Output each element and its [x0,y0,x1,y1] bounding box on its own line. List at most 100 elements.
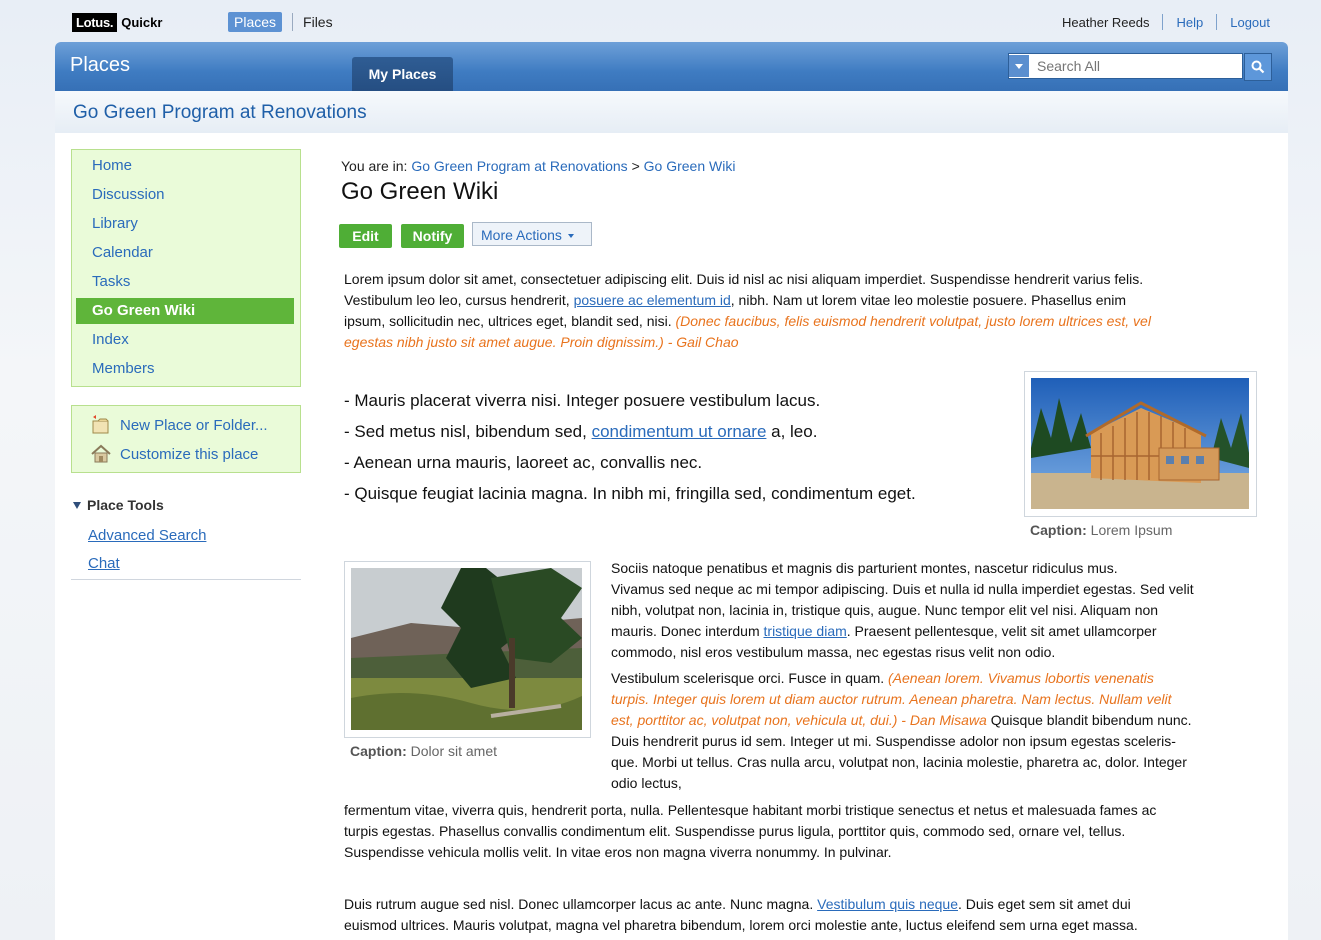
more-actions-label: More Actions [481,227,562,243]
sidebar-actions: New Place or Folder... Customize this pl… [71,405,301,473]
chat-link[interactable]: Chat [88,555,120,572]
logout-link[interactable]: Logout [1230,15,1270,30]
sidebar-item-home[interactable]: Home [76,153,294,179]
search-input[interactable] [1035,57,1229,75]
paragraph-3: Vestibulum scelerisque orci. Fusce in qu… [611,668,1271,794]
place-tools-toggle[interactable]: Place Tools [73,497,164,513]
house-construction-image [1024,371,1257,517]
sidebar-item-go-green-wiki[interactable]: Go Green Wiki [76,298,294,324]
breadcrumb: You are in: Go Green Program at Renovati… [341,158,735,174]
quote-text: egestas nibh justo sit amet augue. Proin… [344,334,739,350]
list-item: - Sed metus nisl, bibendum sed, condimen… [344,416,916,447]
inline-link[interactable]: posuere ac elementum id [574,292,731,308]
top-bar: Lotus. Quickr Places Files Heather Reeds… [56,4,1288,42]
chevron-down-icon [567,234,574,239]
advanced-search-link[interactable]: Advanced Search [88,527,206,544]
customize-label: Customize this place [120,445,259,463]
tab-files[interactable]: Files [303,14,333,30]
sidebar-item-index[interactable]: Index [76,327,294,353]
text-line: Vestibulum leo leo, cursus hendrerit, po… [344,290,1264,311]
forest-image [344,561,591,738]
text-span: Quisque blandit bibendum nunc. [986,712,1192,728]
text-line: Duis rutrum augue sed nisl. Donec ullamc… [344,894,1264,915]
tab-places[interactable]: Places [228,12,283,32]
breadcrumb-place-link[interactable]: Go Green Program at Renovations [411,158,627,174]
places-title: Places [70,54,131,76]
text-line: euismod ultrices. Mauris volutpat, magna… [344,917,1138,933]
inline-link[interactable]: condimentum ut ornare [592,422,767,441]
lotus-quickr-logo[interactable]: Lotus. Quickr [72,12,162,32]
collapse-triangle-icon [73,501,81,509]
sidebar-item-calendar[interactable]: Calendar [76,240,294,266]
text-line: commodo, nisl eros vestibulum massa, nec… [611,644,1056,660]
text-span: , nibh. Nam ut lorem vitae leo molestie … [730,292,1127,308]
edit-button[interactable]: Edit [339,224,392,248]
paragraph-1: Lorem ipsum dolor sit amet, consectetuer… [344,269,1264,353]
text-line: Lorem ipsum dolor sit amet, consectetuer… [344,271,1144,287]
breadcrumb-page-link[interactable]: Go Green Wiki [644,158,736,174]
sidebar-item-tasks[interactable]: Tasks [76,269,294,295]
image-caption: Caption: Dolor sit amet [350,743,497,759]
list-item: - Aenean urna mauris, laoreet ac, conval… [344,453,703,472]
user-divider [1162,14,1164,30]
logo-quickr: Quickr [121,14,163,30]
user-divider [1216,14,1218,30]
house-photo [1031,378,1249,509]
forest-photo [351,568,582,730]
place-name[interactable]: Go Green Program at Renovations [73,102,367,124]
user-links: Heather Reeds Help Logout [1062,14,1270,30]
text-line: Duis hendrerit purus id sem. Integer ut … [611,733,1176,749]
bullet-list: - Mauris placerat viverra nisi. Integer … [344,385,916,509]
sidebar-item-members[interactable]: Members [76,356,294,382]
text-span: a, leo. [766,422,818,441]
caption-label: Caption: [350,743,407,759]
quote-text: turpis. Integer quis lorem ut diam aucto… [611,691,1172,707]
new-place-or-folder-link[interactable]: New Place or Folder... [90,414,268,436]
search-button[interactable] [1244,53,1272,81]
places-bar: Places My Places [55,42,1288,91]
user-name[interactable]: Heather Reeds [1062,15,1149,30]
text-line: Vivamus sed neque ac mi tempor adipiscin… [611,581,1194,597]
tab-my-places[interactable]: My Places [352,57,453,91]
quote-text: (Aenean lorem. Vivamus lobortis venenati… [888,670,1154,686]
sidebar-item-discussion[interactable]: Discussion [76,182,294,208]
text-line: nibh, volutpat non, lacinia in, tristiqu… [611,602,1159,618]
quote-text: (Donec faucibus, felis euismod hendrerit… [675,313,1151,329]
place-tools-label: Place Tools [87,497,164,513]
caption-text: Dolor sit amet [410,743,498,759]
text-line: ipsum, sollicitudin nec, ultrices eget, … [344,311,1264,332]
logo-lotus: Lotus. [72,12,118,32]
chevron-down-icon [1015,63,1023,69]
inline-link[interactable]: tristique diam [764,623,847,639]
page-title: Go Green Wiki [341,178,499,205]
breadcrumb-prefix: You are in: [341,158,408,174]
text-line: Vestibulum scelerisque orci. Fusce in qu… [611,668,1271,689]
text-line: mauris. Donec interdum tristique diam. P… [611,621,1271,642]
new-place-label: New Place or Folder... [120,416,268,434]
search-box [1008,53,1243,79]
sidebar-nav: Home Discussion Library Calendar Tasks G… [71,149,301,387]
customize-place-link[interactable]: Customize this place [90,443,258,465]
top-nav: Places Files [228,12,333,32]
text-line: fermentum vitae, viverra quis, hendrerit… [344,802,1157,818]
text-span: Vestibulum leo leo, cursus hendrerit, [344,292,574,308]
text-line: que. Morbi ut tellus. Cras nulla arcu, v… [611,754,1187,770]
text-line: est, porttitor ac, volutpat non, vehicul… [611,710,1271,731]
paragraph-4: fermentum vitae, viverra quis, hendrerit… [344,800,1264,863]
content-panel: Home Discussion Library Calendar Tasks G… [55,133,1288,940]
text-span: . Praesent pellentesque, velit sit amet … [846,623,1157,639]
text-span: . Duis eget sem sit amet dui [958,896,1131,912]
text-span: - Sed metus nisl, bibendum sed, [344,422,592,441]
customize-house-icon [91,444,111,463]
more-actions-button[interactable]: More Actions [472,222,592,246]
sidebar-item-library[interactable]: Library [76,211,294,237]
text-line: turpis egestas. Phasellus convallis cond… [344,823,1126,839]
text-line: Suspendisse vehicula mollis velit. In vi… [344,844,892,860]
help-link[interactable]: Help [1176,15,1203,30]
inline-link[interactable]: Vestibulum quis neque [817,896,958,912]
search-scope-dropdown[interactable] [1009,55,1029,77]
list-item: - Quisque feugiat lacinia magna. In nibh… [344,484,916,503]
caption-label: Caption: [1030,522,1087,538]
notify-button[interactable]: Notify [401,224,464,248]
divider [71,579,301,580]
